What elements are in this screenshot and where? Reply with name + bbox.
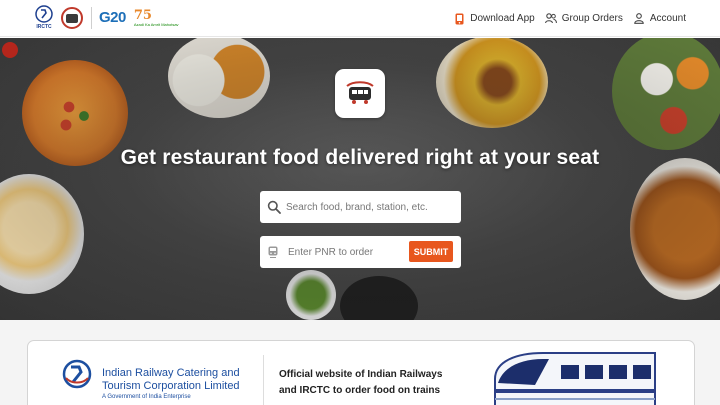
azadi-logo-text: Azadi Ka Amrit Mahotsav [133,22,179,27]
account-link[interactable]: Account [633,13,686,25]
group-orders-label: Group Orders [561,13,623,24]
logo-divider [91,7,92,29]
person-icon [633,13,645,25]
header-nav: Download App Group Orders Account [443,0,686,37]
org-subtitle: A Government of India Enterprise [102,394,191,400]
org-info: Indian Railway Catering and Tourism Corp… [102,367,262,400]
train-icon [268,246,278,258]
irctc-logo-text: IRCTC [36,24,52,30]
search-box[interactable] [260,191,461,223]
search-input[interactable] [286,201,456,213]
g20-logo: G20 [99,10,126,26]
top-header: IRCTC G20 75 Azadi Ka Amrit Mahotsav Dow… [0,0,720,37]
hero-banner: Get restaurant food delivered right at y… [0,38,720,320]
info-description: Official website of Indian Railways and … [279,369,443,396]
info-divider [263,355,264,405]
g20-logo-text: G20 [99,9,126,26]
group-icon [544,13,557,25]
logo-group: IRCTC G20 75 Azadi Ka Amrit Mahotsav [33,0,179,37]
azadi-logo: 75 Azadi Ka Amrit Mahotsav [134,9,179,27]
info-section: Indian Railway Catering and Tourism Corp… [0,320,720,405]
pnr-input[interactable] [288,246,398,258]
download-app-link[interactable]: Download App [453,13,535,25]
ecatering-train-icon [335,69,385,118]
search-icon [267,200,281,214]
vande-bharat-train-image [494,352,656,405]
download-app-label: Download App [470,13,535,24]
ecatering-logo-icon [66,13,78,23]
irctc-logo[interactable]: IRCTC [33,5,55,31]
pnr-box[interactable]: SUBMIT [260,236,461,268]
org-name: Indian Railway Catering and Tourism Corp… [102,367,240,392]
account-label: Account [649,13,686,24]
hero-title: Get restaurant food delivered right at y… [120,146,600,169]
info-card: Indian Railway Catering and Tourism Corp… [27,340,695,405]
phone-icon [453,13,465,25]
azadi-logo-number: 75 [133,8,152,23]
irctc-emblem-icon [62,359,92,389]
irctc-logo-icon [35,5,53,23]
ecatering-logo[interactable] [61,7,83,29]
submit-button[interactable]: SUBMIT [409,241,453,262]
group-orders-link[interactable]: Group Orders [544,13,623,25]
